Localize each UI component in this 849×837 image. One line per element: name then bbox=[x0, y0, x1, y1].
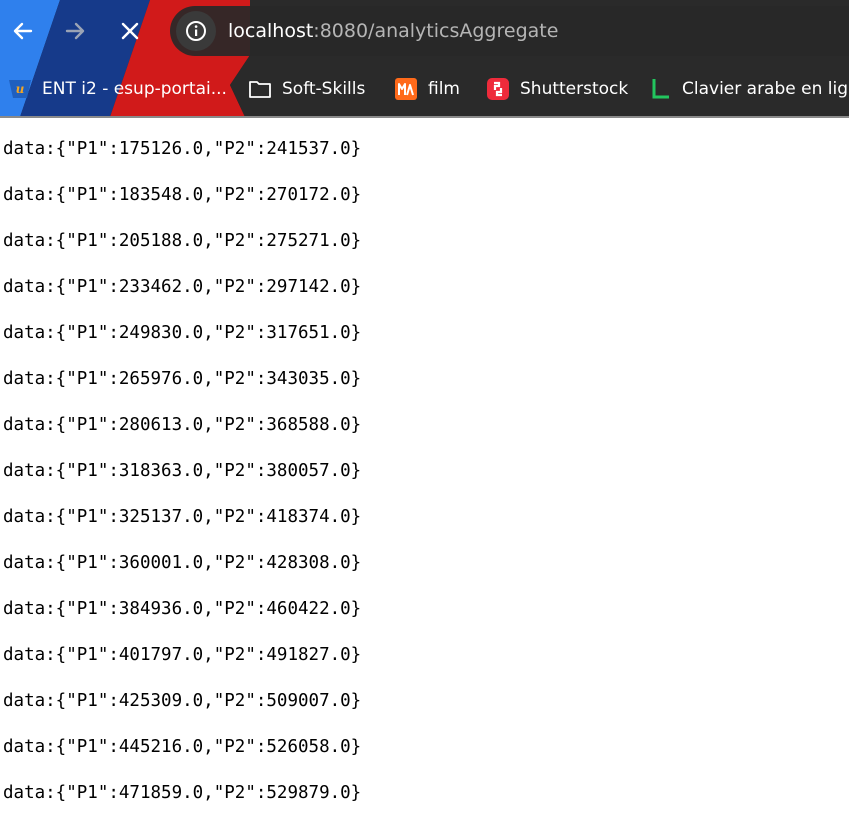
page-content: data:{"P1":175126.0,"P2":241537.0} data:… bbox=[0, 118, 849, 837]
data-line: data:{"P1":445216.0,"P2":526058.0} bbox=[3, 737, 362, 757]
browser-chrome: localhost:8080/analyticsAggregate u ENT … bbox=[0, 0, 849, 117]
ent-logo-icon: u bbox=[8, 77, 32, 101]
info-icon bbox=[186, 21, 206, 41]
data-line: data:{"P1":183548.0,"P2":270172.0} bbox=[3, 185, 362, 205]
browser-toolbar: localhost:8080/analyticsAggregate bbox=[0, 0, 849, 62]
bookmark-film[interactable]: film bbox=[394, 72, 460, 106]
bookmark-label: Soft-Skills bbox=[282, 79, 366, 99]
bookmark-label: ENT i2 - esup-portai... bbox=[42, 79, 227, 99]
bookmark-clavier-arabe[interactable]: Clavier arabe en lig... bbox=[648, 72, 849, 106]
svg-text:u: u bbox=[16, 82, 25, 96]
url-text[interactable]: localhost:8080/analyticsAggregate bbox=[228, 20, 558, 42]
data-line: data:{"P1":471859.0,"P2":529879.0} bbox=[3, 783, 362, 803]
bookmark-soft-skills[interactable]: Soft-Skills bbox=[248, 72, 365, 106]
site-info-button[interactable] bbox=[176, 11, 216, 51]
clavier-logo-icon bbox=[648, 77, 672, 101]
close-icon bbox=[121, 22, 139, 40]
bookmark-label: Shutterstock bbox=[520, 79, 629, 99]
data-line: data:{"P1":425309.0,"P2":509007.0} bbox=[3, 691, 362, 711]
data-line: data:{"P1":280613.0,"P2":368588.0} bbox=[3, 415, 362, 435]
forward-button[interactable] bbox=[56, 12, 94, 50]
stop-loading-button[interactable] bbox=[111, 12, 149, 50]
back-button[interactable] bbox=[4, 12, 42, 50]
bookmark-label: film bbox=[428, 79, 460, 99]
url-host: localhost bbox=[228, 20, 314, 42]
data-line: data:{"P1":233462.0,"P2":297142.0} bbox=[3, 277, 362, 297]
bookmark-label: Clavier arabe en lig... bbox=[682, 79, 849, 99]
back-arrow-icon bbox=[13, 22, 33, 40]
film-logo-icon bbox=[394, 77, 418, 101]
data-line: data:{"P1":205188.0,"P2":275271.0} bbox=[3, 231, 362, 251]
data-line: data:{"P1":249830.0,"P2":317651.0} bbox=[3, 323, 362, 343]
data-line: data:{"P1":265976.0,"P2":343035.0} bbox=[3, 369, 362, 389]
folder-icon bbox=[248, 77, 272, 101]
data-line: data:{"P1":360001.0,"P2":428308.0} bbox=[3, 553, 362, 573]
data-line: data:{"P1":325137.0,"P2":418374.0} bbox=[3, 507, 362, 527]
data-line: data:{"P1":401797.0,"P2":491827.0} bbox=[3, 645, 362, 665]
bookmark-ent[interactable]: u ENT i2 - esup-portai... bbox=[8, 72, 227, 106]
data-line: data:{"P1":175126.0,"P2":241537.0} bbox=[3, 139, 362, 159]
bookmarks-bar: u ENT i2 - esup-portai... Soft-Skills fi… bbox=[0, 62, 849, 116]
url-path: :8080/analyticsAggregate bbox=[313, 20, 559, 42]
data-line: data:{"P1":318363.0,"P2":380057.0} bbox=[3, 461, 362, 481]
forward-arrow-icon bbox=[65, 22, 85, 40]
bookmark-shutterstock[interactable]: Shutterstock bbox=[486, 72, 628, 106]
address-bar[interactable]: localhost:8080/analyticsAggregate bbox=[170, 6, 849, 56]
shutterstock-logo-icon bbox=[486, 77, 510, 101]
data-line: data:{"P1":384936.0,"P2":460422.0} bbox=[3, 599, 362, 619]
